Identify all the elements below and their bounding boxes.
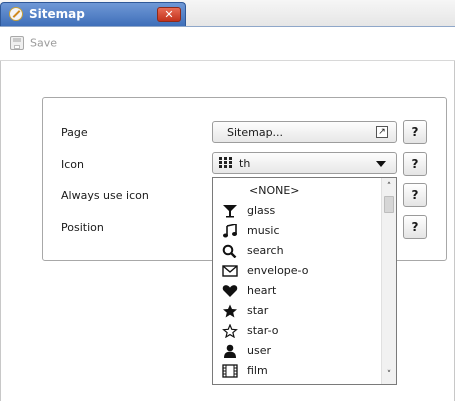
page-label: Page [61, 126, 88, 139]
music-icon [223, 224, 237, 238]
icon-select[interactable]: th [212, 152, 397, 174]
option-label: glass [247, 204, 276, 217]
option-label: heart [247, 284, 277, 297]
page-picker-button[interactable]: Sitemap... ↗ [212, 121, 397, 143]
option-label: music [247, 224, 280, 237]
list-item[interactable]: music [213, 221, 381, 241]
toolbar: Save [0, 27, 455, 61]
list-item[interactable]: star-o [213, 321, 381, 341]
th-icon [219, 157, 233, 169]
chevron-up-icon[interactable]: ˄ [382, 180, 396, 194]
dropdown-scrollbar[interactable]: ˄ ˅ [381, 178, 396, 384]
always-use-icon-help-button[interactable]: ? [403, 183, 427, 207]
window-frame-left [0, 27, 1, 401]
list-item[interactable]: film [213, 361, 381, 381]
search-icon [222, 244, 237, 258]
icon-dropdown-list[interactable]: <NONE> glass music search envelope-o hea… [212, 177, 397, 385]
page-value: Sitemap... [227, 126, 284, 139]
close-tab-button[interactable]: ✕ [157, 7, 181, 22]
chevron-down-icon[interactable]: ˅ [382, 368, 396, 382]
list-item[interactable]: envelope-o [213, 261, 381, 281]
tab-title: Sitemap [29, 7, 85, 21]
list-item[interactable]: glass [213, 201, 381, 221]
star-o-icon [222, 324, 238, 338]
envelope-o-icon [222, 265, 238, 277]
glass-icon [223, 205, 237, 218]
option-label: film [247, 364, 268, 377]
list-item[interactable]: heart [213, 281, 381, 301]
always-use-icon-label: Always use icon [61, 189, 149, 202]
heart-icon [222, 285, 238, 297]
page-help-button[interactable]: ? [403, 120, 427, 144]
position-label: Position [61, 221, 104, 234]
list-item[interactable]: user [213, 341, 381, 361]
edit-icon [9, 7, 23, 21]
list-item[interactable]: search [213, 241, 381, 261]
chevron-down-icon [376, 161, 386, 167]
save-button[interactable]: Save [10, 36, 57, 52]
tab-strip: Sitemap ✕ [0, 0, 455, 27]
option-label: search [247, 244, 284, 257]
tab-sitemap[interactable]: Sitemap ✕ [0, 2, 186, 26]
icon-help-button[interactable]: ? [403, 152, 427, 176]
user-icon [224, 344, 236, 358]
save-label: Save [30, 36, 58, 50]
option-label: star-o [247, 324, 279, 337]
option-label: envelope-o [247, 264, 309, 277]
list-item[interactable]: <NONE> [213, 181, 381, 201]
option-label: user [247, 344, 271, 357]
option-label: <NONE> [249, 184, 300, 197]
option-label: star [247, 304, 269, 317]
star-icon [223, 304, 237, 318]
list-item[interactable]: star [213, 301, 381, 321]
scrollbar-thumb[interactable] [384, 196, 394, 213]
position-help-button[interactable]: ? [403, 215, 427, 239]
floppy-disk-icon [10, 36, 24, 50]
film-icon [222, 364, 238, 378]
icon-label: Icon [61, 158, 84, 171]
icon-select-value: th [239, 157, 251, 170]
external-link-icon: ↗ [376, 126, 388, 138]
